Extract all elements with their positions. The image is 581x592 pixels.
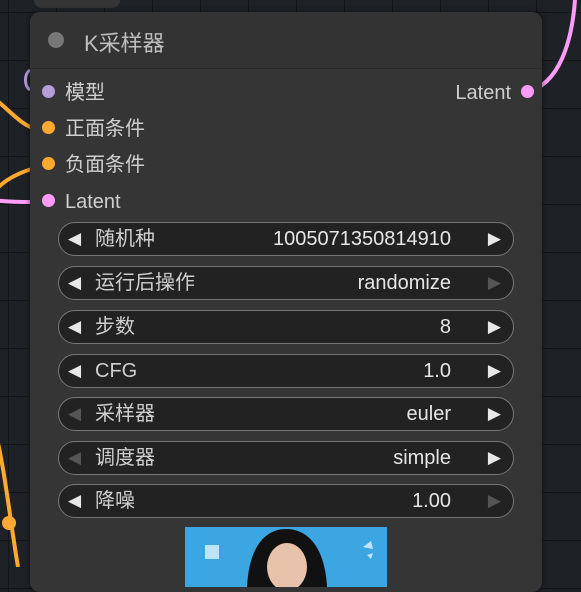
widget-label: 随机种 [95, 228, 155, 250]
widget-value[interactable]: randomize [358, 267, 451, 299]
widget-label: 运行后操作 [95, 272, 195, 294]
widget-label: 采样器 [95, 403, 155, 425]
increment-arrow-icon[interactable]: ▶ [488, 355, 501, 387]
widget-denoise[interactable]: ◀ 降噪 1.00 ▶ [58, 484, 514, 518]
widget-cfg[interactable]: ◀ CFG 1.0 ▶ [58, 354, 514, 388]
increment-arrow-icon[interactable]: ▶ [488, 311, 501, 343]
decrement-arrow-icon[interactable]: ◀ [68, 355, 81, 387]
input-slot-model[interactable]: 模型 [42, 81, 105, 105]
portrait-thumbnail [185, 527, 387, 587]
widget-steps[interactable]: ◀ 步数 8 ▶ [58, 310, 514, 344]
widget-sampler[interactable]: ◀ 采样器 euler ▶ [58, 397, 514, 431]
increment-arrow-icon[interactable]: ▶ [488, 398, 501, 430]
increment-arrow-icon[interactable]: ▶ [488, 267, 501, 299]
widget-value[interactable]: 8 [440, 311, 451, 343]
widget-control-after-generate[interactable]: ◀ 运行后操作 randomize ▶ [58, 266, 514, 300]
input-slot-negative[interactable]: 负面条件 [42, 153, 145, 177]
input-slot-positive[interactable]: 正面条件 [42, 117, 145, 141]
widget-label: 调度器 [95, 447, 155, 469]
collapse-dot[interactable] [48, 32, 64, 48]
widget-value[interactable]: 1.0 [423, 355, 451, 387]
widget-value[interactable]: 1.00 [412, 485, 451, 517]
slot-dot[interactable] [42, 194, 55, 208]
preview-image [185, 527, 387, 587]
decrement-arrow-icon[interactable]: ◀ [68, 223, 81, 255]
decrement-arrow-icon[interactable]: ◀ [68, 398, 81, 430]
slot-label: Latent [455, 82, 511, 104]
reroute-dot [2, 516, 16, 530]
increment-arrow-icon[interactable]: ▶ [488, 442, 501, 474]
widget-value[interactable]: 1005071350814910 [273, 223, 451, 255]
decrement-arrow-icon[interactable]: ◀ [68, 442, 81, 474]
ksampler-node[interactable]: K采样器 模型 正面条件 负面条件 Latent Latent ◀ 随机种 10… [30, 12, 542, 592]
decrement-arrow-icon[interactable]: ◀ [68, 485, 81, 517]
slot-dot[interactable] [42, 157, 55, 171]
input-slot-latent[interactable]: Latent [42, 190, 121, 214]
decrement-arrow-icon[interactable]: ◀ [68, 267, 81, 299]
widget-label: 降噪 [95, 490, 135, 512]
node-title: K采样器 [84, 31, 165, 56]
slot-dot[interactable] [42, 85, 55, 99]
widget-value[interactable]: euler [407, 398, 451, 430]
slot-dot[interactable] [521, 85, 534, 99]
widget-label: 步数 [95, 316, 135, 338]
previous-node-tab [34, 0, 120, 8]
widget-value[interactable]: simple [393, 442, 451, 474]
widget-seed[interactable]: ◀ 随机种 1005071350814910 ▶ [58, 222, 514, 256]
slot-dot[interactable] [42, 121, 55, 135]
slot-label: 正面条件 [65, 118, 145, 140]
conditioning-wire [0, 442, 20, 567]
node-header[interactable]: K采样器 [30, 12, 542, 69]
slot-label: 负面条件 [65, 154, 145, 176]
widget-scheduler[interactable]: ◀ 调度器 simple ▶ [58, 441, 514, 475]
slot-label: 模型 [65, 82, 105, 104]
slot-label: Latent [65, 191, 121, 213]
increment-arrow-icon[interactable]: ▶ [488, 223, 501, 255]
widget-label: CFG [95, 360, 138, 382]
increment-arrow-icon[interactable]: ▶ [488, 485, 501, 517]
output-slot-latent[interactable]: Latent [455, 81, 534, 105]
decrement-arrow-icon[interactable]: ◀ [68, 311, 81, 343]
